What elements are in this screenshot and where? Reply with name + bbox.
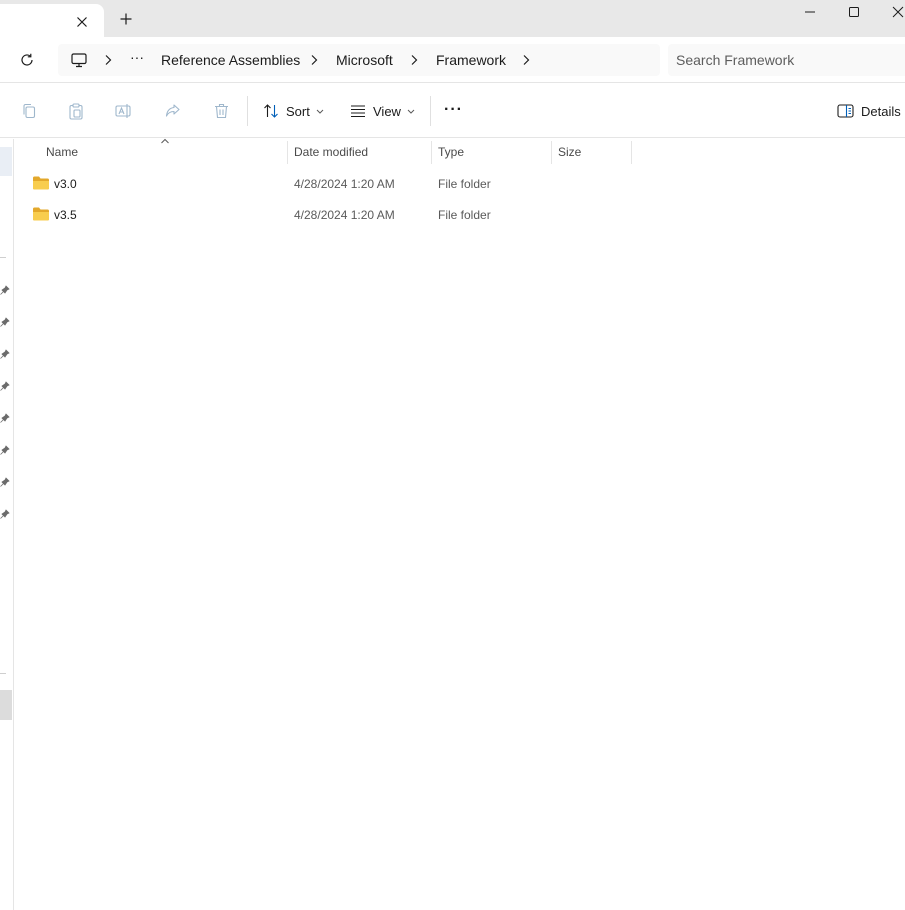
paste-icon (69, 102, 83, 120)
nav-item-selected[interactable] (0, 147, 12, 176)
details-pane-button[interactable]: Details (837, 99, 901, 123)
breadcrumb-item[interactable]: Microsoft (336, 52, 393, 68)
nav-divider (0, 673, 6, 674)
folder-icon (33, 176, 49, 190)
nav-divider (0, 257, 6, 258)
more-options-button[interactable]: ··· (444, 98, 463, 122)
pin-icon (0, 413, 10, 423)
share-button[interactable] (162, 101, 182, 121)
chevron-right-icon (523, 55, 530, 65)
column-divider[interactable] (551, 141, 552, 164)
computer-crumb[interactable] (69, 50, 89, 70)
file-name[interactable]: v3.5 (54, 200, 77, 230)
file-row[interactable]: v3.0 4/28/2024 1:20 AM File folder (15, 169, 905, 199)
folder-icon (33, 207, 49, 221)
breadcrumb-overflow[interactable]: ··· (130, 49, 144, 65)
sort-icon (264, 104, 278, 118)
breadcrumb-item-current[interactable]: Framework (436, 52, 506, 68)
file-date-modified: 4/28/2024 1:20 AM (294, 177, 395, 191)
nav-item-pinned[interactable] (0, 348, 12, 360)
copy-button[interactable] (19, 101, 39, 121)
file-type: File folder (438, 208, 491, 222)
nav-item-pinned[interactable] (0, 508, 12, 520)
nav-item-pinned[interactable] (0, 284, 12, 296)
view-button[interactable]: View (350, 99, 415, 123)
column-size[interactable]: Size (558, 139, 631, 165)
active-tab[interactable] (0, 4, 104, 37)
plus-icon (120, 13, 132, 25)
sort-label: Sort (286, 103, 310, 119)
view-label: View (373, 103, 401, 119)
nav-item-pinned[interactable] (0, 444, 12, 456)
pin-icon (0, 381, 10, 391)
column-name[interactable]: Name (46, 139, 286, 165)
maximize-button[interactable] (834, 0, 874, 24)
close-tab-button[interactable] (72, 12, 92, 32)
breadcrumb-item[interactable]: Reference Assemblies (161, 52, 300, 68)
refresh-button[interactable] (16, 49, 38, 71)
breadcrumb-separator[interactable] (102, 50, 114, 70)
computer-icon (71, 52, 87, 67)
navigation-pane[interactable] (0, 139, 14, 910)
chevron-down-icon (407, 109, 415, 114)
search-box[interactable] (668, 44, 905, 76)
share-icon (165, 104, 180, 117)
pin-icon (0, 477, 10, 487)
maximize-icon (849, 7, 859, 17)
details-label: Details (861, 103, 901, 119)
pin-icon (0, 317, 10, 327)
column-divider[interactable] (287, 141, 288, 164)
minimize-icon (805, 11, 815, 13)
nav-item-pinned[interactable] (0, 316, 12, 328)
breadcrumb-separator[interactable] (520, 50, 532, 70)
nav-item-pinned[interactable] (0, 412, 12, 424)
refresh-icon (21, 53, 33, 66)
chevron-right-icon (311, 55, 318, 65)
pin-icon (0, 285, 10, 295)
view-icon (351, 105, 365, 118)
sort-button[interactable]: Sort (263, 99, 324, 123)
breadcrumb-separator[interactable] (308, 50, 320, 70)
paste-button[interactable] (66, 101, 86, 121)
rename-button[interactable] (114, 101, 134, 121)
breadcrumb-separator[interactable] (408, 50, 420, 70)
toolbar-divider (247, 96, 248, 126)
file-row[interactable]: v3.5 4/28/2024 1:20 AM File folder (15, 200, 905, 230)
column-divider[interactable] (431, 141, 432, 164)
trash-icon (214, 103, 228, 119)
title-bar (0, 0, 905, 37)
more-icon: ··· (444, 101, 463, 118)
search-input[interactable] (676, 49, 896, 71)
rename-icon (115, 104, 131, 118)
chevron-right-icon (411, 55, 418, 65)
pin-icon (0, 349, 10, 359)
chevron-right-icon (105, 55, 112, 65)
chevron-down-icon (316, 109, 324, 114)
nav-item-pinned[interactable] (0, 380, 12, 392)
close-icon (892, 6, 904, 18)
file-name[interactable]: v3.0 (54, 169, 77, 199)
address-bar: ··· Reference Assemblies Microsoft Frame… (0, 37, 905, 83)
file-date-modified: 4/28/2024 1:20 AM (294, 208, 395, 222)
column-type[interactable]: Type (438, 139, 551, 165)
copy-icon (23, 103, 36, 119)
command-bar: Sort View ··· Details (0, 84, 905, 138)
new-tab-button[interactable] (116, 9, 136, 29)
details-pane-icon (837, 104, 854, 118)
close-window-button[interactable] (878, 0, 905, 24)
column-date-modified[interactable]: Date modified (294, 139, 431, 165)
column-header: Name Date modified Type Size (15, 138, 905, 165)
pin-icon (0, 445, 10, 455)
file-type: File folder (438, 177, 491, 191)
pin-icon (0, 509, 10, 519)
toolbar-divider (430, 96, 431, 126)
delete-button[interactable] (211, 101, 231, 121)
breadcrumb[interactable]: ··· Reference Assemblies Microsoft Frame… (58, 44, 660, 76)
column-divider[interactable] (631, 141, 632, 164)
nav-item-pinned[interactable] (0, 476, 12, 488)
close-icon (77, 17, 87, 27)
minimize-button[interactable] (790, 0, 830, 24)
nav-item-highlighted[interactable] (0, 690, 12, 720)
